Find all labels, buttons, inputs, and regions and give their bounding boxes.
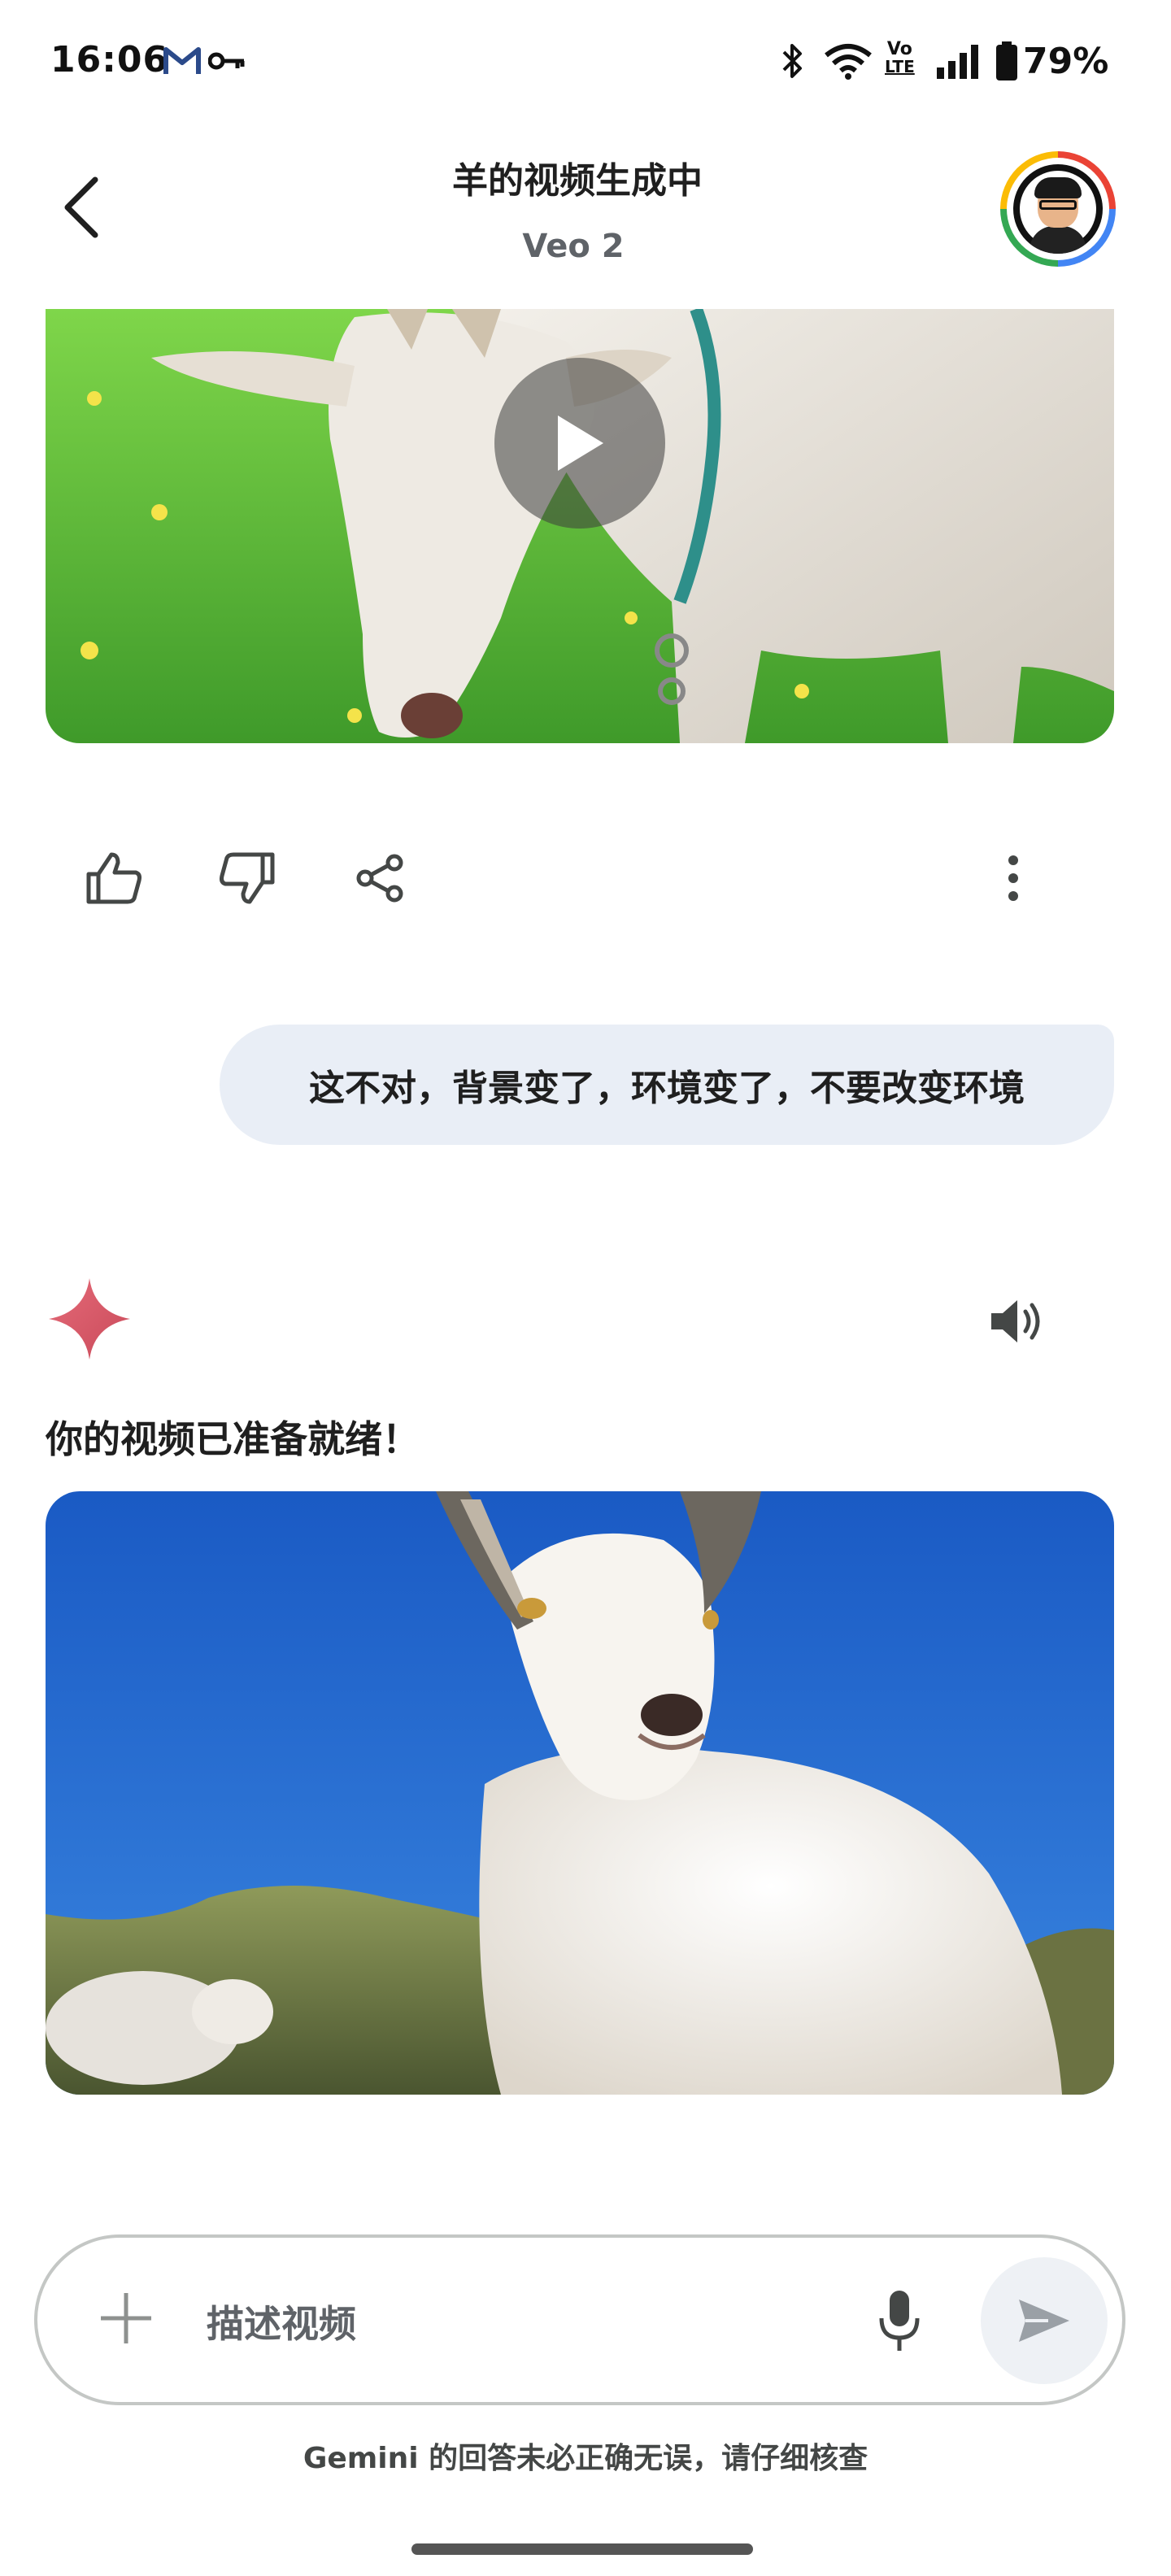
model-name: Veo 2: [522, 228, 625, 265]
microphone-button[interactable]: [860, 2282, 938, 2360]
status-bar: 16:06 Vo LTE 79%: [0, 0, 1171, 130]
add-attachment-button[interactable]: [89, 2282, 163, 2355]
speaker-icon: [991, 1300, 1040, 1342]
send-icon: [1019, 2300, 1069, 2342]
generated-video-2[interactable]: [46, 1491, 1114, 2095]
battery-icon: [995, 41, 1018, 81]
plus-icon: [101, 2293, 151, 2343]
send-button[interactable]: [981, 2257, 1108, 2384]
more-vert-icon: [1008, 855, 1018, 901]
thumbs-down-button[interactable]: [215, 846, 280, 911]
page-title: 羊的视频生成中: [452, 160, 703, 202]
thumbs-down-icon: [220, 852, 275, 904]
signal-icon: [935, 41, 981, 81]
thumbs-up-button[interactable]: [81, 846, 146, 911]
gemini-star-icon: [46, 1275, 133, 1363]
avatar[interactable]: [1000, 151, 1116, 267]
more-options-button[interactable]: [981, 846, 1046, 911]
disclaimer-text: Gemini 的回答未必正确无误，请仔细核查: [303, 2442, 868, 2475]
thumbs-up-icon: [86, 852, 141, 904]
prompt-input[interactable]: 描述视频: [207, 2295, 356, 2348]
composer: 描述视频: [34, 2234, 1125, 2405]
response-text: 你的视频已准备就绪！: [46, 1417, 420, 1461]
gmail-icon: [163, 41, 202, 81]
read-aloud-button[interactable]: [980, 1285, 1053, 1358]
bluetooth-icon: [781, 41, 805, 81]
goat-blue-sky-image: [46, 1491, 1114, 2095]
play-button[interactable]: [494, 358, 665, 529]
user-message-text: 这不对，背景变了，环境变了，不要改变环境: [309, 1068, 1025, 1109]
home-indicator[interactable]: [411, 2543, 753, 2555]
volte-icon: Vo LTE: [885, 39, 915, 76]
key-icon: [208, 41, 246, 81]
share-button[interactable]: [348, 846, 413, 911]
play-icon: [558, 416, 603, 471]
avatar-image: [1013, 164, 1103, 254]
status-time: 16:06: [50, 39, 169, 80]
user-message-bubble: 这不对，背景变了，环境变了，不要改变环境: [220, 1025, 1114, 1145]
share-icon: [356, 854, 403, 903]
microphone-icon: [879, 2291, 920, 2351]
battery-percent: 79%: [1023, 41, 1109, 82]
generated-video-1[interactable]: [46, 309, 1114, 743]
wifi-icon: [823, 41, 873, 81]
